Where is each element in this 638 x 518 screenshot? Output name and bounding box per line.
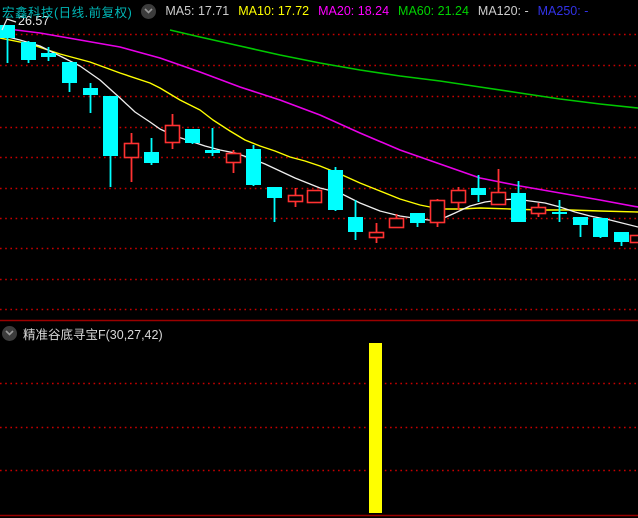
candle-body-up bbox=[388, 217, 405, 229]
candle-body-down bbox=[573, 217, 588, 225]
ma20-legend: MA20: 18.24 bbox=[318, 4, 390, 18]
ma10-legend: MA10: 17.72 bbox=[238, 4, 310, 18]
candle-body-up bbox=[225, 152, 242, 164]
candle-body-down bbox=[471, 188, 486, 195]
candle-body-up bbox=[530, 206, 547, 215]
candle-body-down bbox=[246, 149, 261, 185]
ma60-legend: MA60: 21.24 bbox=[398, 4, 469, 18]
ma250-legend: MA250: - bbox=[537, 4, 589, 18]
indicator-panel-header: 精准谷底寻宝F(30,27,42) bbox=[2, 325, 163, 342]
ma20-line bbox=[0, 27, 638, 208]
candle-body-up bbox=[123, 142, 140, 159]
stock-title: 宏鑫科技(日线.前复权) bbox=[2, 5, 133, 20]
chevron-down-icon[interactable] bbox=[141, 3, 157, 19]
candle-body-down bbox=[328, 170, 343, 210]
ma5-legend: MA5: 17.71 bbox=[165, 4, 230, 18]
indicator-title: 精准谷底寻宝F(30,27,42) bbox=[23, 327, 163, 342]
candle-body-down bbox=[62, 62, 77, 83]
candle-body-down bbox=[205, 150, 220, 153]
candle-body-down bbox=[41, 53, 56, 57]
candle-body-down bbox=[21, 42, 36, 60]
candle-body-down bbox=[552, 212, 567, 214]
candle-body-down bbox=[511, 193, 526, 222]
candle-body-down bbox=[348, 217, 363, 232]
signal-bar bbox=[369, 343, 382, 513]
candle-body-up bbox=[306, 189, 323, 204]
candle-body-down bbox=[103, 96, 118, 156]
candle-body-up bbox=[368, 231, 385, 239]
candle-body-up bbox=[629, 234, 638, 244]
chevron-down-icon[interactable] bbox=[2, 325, 17, 341]
candle-body-down bbox=[410, 213, 425, 223]
ma10-line bbox=[0, 37, 638, 213]
candle-body-down bbox=[593, 218, 608, 237]
candle-body-down bbox=[267, 187, 282, 198]
candle-body-up bbox=[490, 191, 507, 206]
candle-body-down bbox=[614, 232, 629, 242]
candle-body-up bbox=[429, 199, 446, 224]
ma120-legend: MA120: - bbox=[477, 4, 529, 18]
main-chart-header: 宏鑫科技(日线.前复权) MA5: 17.71 MA10: 17.72 MA20… bbox=[2, 3, 589, 20]
candle-body-up bbox=[164, 124, 181, 144]
candle-body-down bbox=[83, 88, 98, 95]
candle-body-down bbox=[185, 129, 200, 143]
candle-body-up bbox=[287, 194, 304, 203]
stock-chart-canvas[interactable] bbox=[0, 0, 638, 518]
candle-body-down bbox=[0, 25, 15, 38]
candle-body-down bbox=[144, 152, 159, 163]
candle-body-up bbox=[450, 189, 467, 204]
